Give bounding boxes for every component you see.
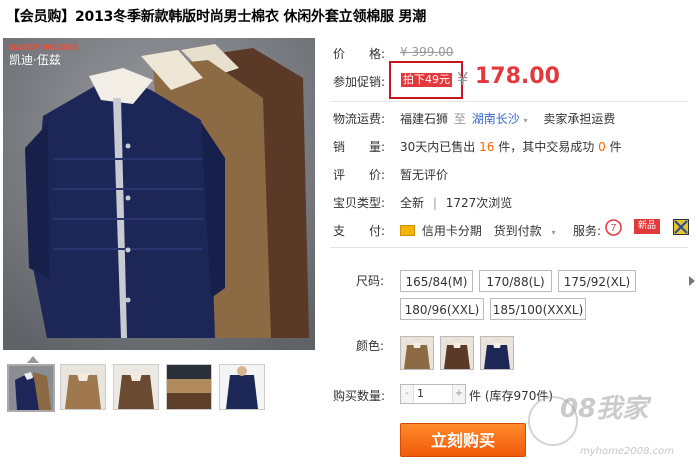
size-option-l[interactable]: 170/88(L) [479,270,552,292]
divider [330,101,688,102]
view-count: 1727次浏览 [445,196,513,210]
thumbnail-image [61,365,105,409]
color-swatch-image [401,337,433,369]
thumbnail-4[interactable] [166,364,212,410]
svg-text:7: 7 [611,223,617,234]
item-type-value: 全新 | 1727次浏览 [400,194,512,211]
size-label: 尺码: [356,274,385,288]
chevron-down-icon[interactable]: ▾ [552,228,556,237]
sales-label: 销 量: [333,140,386,154]
item-type-label: 宝贝类型: [333,196,386,210]
quantity-decrease-button[interactable]: - [401,385,414,403]
chevron-right-icon[interactable] [689,276,695,286]
cross-icon [674,220,688,234]
sales-suffix: 件 [609,140,622,154]
buy-now-button[interactable]: 立刻购买 [400,423,526,457]
quantity-increase-button[interactable]: + [452,385,465,403]
main-product-image[interactable]: DANDY WOODS 凯迪·伍兹 [3,38,315,350]
seven-day-return-icon[interactable]: 7 [605,219,622,236]
sales-prefix: 30天内已售出 [400,140,476,154]
thumbnail-5[interactable] [219,364,265,410]
brand-logo-cn: 凯迪·伍兹 [9,53,61,67]
original-price: ¥ 399.00 [400,45,454,59]
shipping-route: 福建石狮 至 湖南长沙 ▾ 卖家承担运费 [400,110,615,127]
thumb-selected-indicator [27,356,39,363]
price-label: 价 格: [333,47,386,61]
brand-logo: DANDY WOODS 凯迪·伍兹 [9,42,78,66]
thumbnail-3[interactable] [113,364,159,410]
shipping-destination[interactable]: 湖南长沙 [472,112,520,126]
color-label: 颜色: [356,339,385,353]
size-option-xxl[interactable]: 180/96(XXL) [400,298,484,320]
shipping-label: 物流运费: [333,112,386,126]
thumbnail-image [114,365,158,409]
quantity-label: 购买数量: [333,389,386,403]
sales-value: 30天内已售出 16 件，其中交易成功 0 件 [400,138,622,155]
promo-tag: 拍下49元 [401,73,452,87]
sales-success-count: 0 [598,140,606,154]
thumbnail-image [167,365,211,409]
product-title: 【会员购】2013冬季新款韩版时尚男士棉衣 休闲外套立领棉服 男潮 [6,9,427,25]
price-currency: ¥ [457,69,469,90]
service-label: 服务: [573,224,602,238]
thumbnail-image [9,366,53,410]
reviews-label: 评 价: [333,168,386,182]
item-type-sep: | [432,196,437,210]
shipping-fee: 卖家承担运费 [543,112,616,126]
quantity-input[interactable]: 1 [417,387,424,400]
sales-mid: 件，其中交易成功 [498,140,595,154]
divider [330,247,688,248]
shipping-sep: 至 [453,112,466,126]
cod-link[interactable]: 货到付款 [494,224,542,238]
quantity-unit: 件 [469,389,482,403]
color-option-navy[interactable] [400,336,434,370]
watermark-logo: 08我家 [560,394,649,424]
credit-installment-link[interactable]: 信用卡分期 [422,224,482,238]
promo-label: 参加促销: [333,75,386,89]
new-product-badge[interactable]: 新品 [634,219,660,234]
jacket-illustration [3,38,315,350]
color-swatch-image [481,337,513,369]
color-swatch-image [441,337,473,369]
promo-price: 178.00 [475,64,560,89]
size-option-m[interactable]: 165/84(M) [400,270,473,292]
color-option-brown[interactable] [480,336,514,370]
quantity-stepper[interactable]: - 1 + [400,384,466,404]
payment-options: 信用卡分期 货到付款 ▾ [400,222,556,239]
credit-card-icon [400,225,415,236]
payment-label: 支 付: [333,224,386,238]
service-guarantee-icon[interactable] [673,219,689,235]
thumbnail-image [220,365,264,409]
item-condition: 全新 [400,196,425,210]
chevron-down-icon[interactable]: ▾ [524,116,528,125]
thumbnail-1[interactable] [7,364,55,412]
size-option-xl[interactable]: 175/92(XL) [558,270,636,292]
shipping-from: 福建石狮 [400,112,449,126]
reviews-value: 暂无评价 [400,168,449,182]
color-option-tan[interactable] [440,336,474,370]
size-option-xxxl[interactable]: 185/100(XXXL) [490,298,586,320]
sales-count: 16 [479,140,495,154]
watermark-url: myhome2008.com [580,446,674,457]
thumbnail-2[interactable] [60,364,106,410]
